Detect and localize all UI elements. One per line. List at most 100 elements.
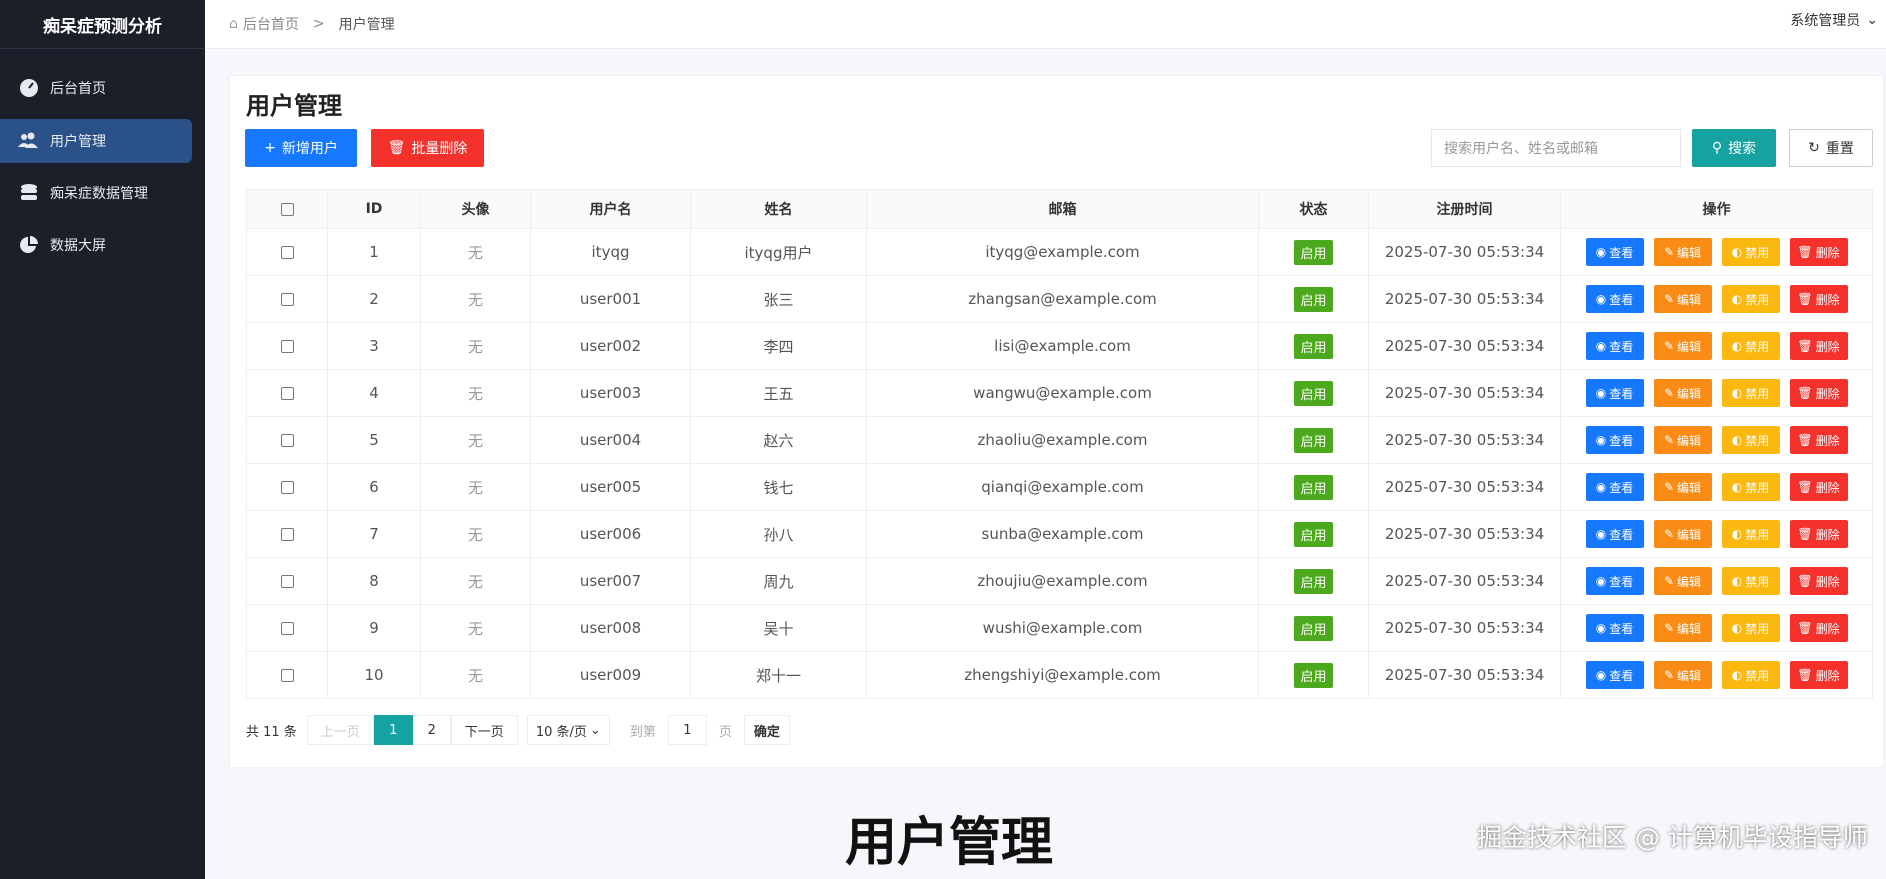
trash-icon: 🗑 — [1797, 433, 1813, 447]
action-label: 编辑 — [1677, 433, 1702, 448]
delete-button[interactable]: 🗑 删除 — [1789, 379, 1848, 407]
reset-button[interactable]: ↻ 重置 — [1789, 129, 1873, 167]
edit-button[interactable]: ✎ 编辑 — [1653, 332, 1712, 360]
view-button[interactable]: ◉ 查看 — [1585, 520, 1644, 548]
row-checkbox[interactable] — [280, 340, 294, 353]
action-label: 查看 — [1609, 574, 1634, 589]
cell-id: 9 — [327, 604, 421, 652]
page-1-button[interactable]: 1 — [373, 715, 413, 745]
disable-button[interactable]: ◐ 禁用 — [1721, 379, 1780, 407]
edit-button[interactable]: ✎ 编辑 — [1653, 285, 1712, 313]
view-button[interactable]: ◉ 查看 — [1585, 238, 1644, 266]
disable-button[interactable]: ◐ 禁用 — [1721, 473, 1780, 501]
page-size-select[interactable]: 10 条/页 ⌄ — [526, 715, 610, 745]
cell-actions: ◉ 查看 ✎ 编辑 ◐ 禁用 🗑 删除 — [1560, 557, 1873, 605]
sidebar-item-big-screen[interactable]: 数据大屏 — [0, 223, 192, 267]
cell-registered-time: 2025-07-30 05:53:34 — [1368, 275, 1561, 323]
page-2-button[interactable]: 2 — [412, 715, 451, 745]
cell-actions: ◉ 查看 ✎ 编辑 ◐ 禁用 🗑 删除 — [1560, 369, 1873, 417]
view-button[interactable]: ◉ 查看 — [1585, 332, 1644, 360]
chevron-down-icon: ⌄ — [1866, 12, 1878, 28]
users-icon — [18, 130, 40, 152]
breadcrumb-home[interactable]: 后台首页 — [243, 14, 299, 34]
edit-button[interactable]: ✎ 编辑 — [1653, 520, 1712, 548]
delete-button[interactable]: 🗑 删除 — [1789, 332, 1848, 360]
row-checkbox[interactable] — [280, 622, 294, 635]
delete-button[interactable]: 🗑 删除 — [1789, 661, 1848, 689]
batch-delete-button[interactable]: 🗑 批量删除 — [371, 129, 484, 167]
delete-button[interactable]: 🗑 删除 — [1789, 567, 1848, 595]
row-checkbox[interactable] — [280, 481, 294, 494]
disable-button[interactable]: ◐ 禁用 — [1721, 614, 1780, 642]
edit-button[interactable]: ✎ 编辑 — [1653, 614, 1712, 642]
disable-button[interactable]: ◐ 禁用 — [1721, 661, 1780, 689]
add-user-button[interactable]: + 新增用户 — [245, 129, 357, 167]
cell-status: 启用 — [1258, 275, 1369, 323]
disable-button[interactable]: ◐ 禁用 — [1721, 520, 1780, 548]
watermark: 掘金技术社区 @ 计算机毕设指导师 — [1477, 823, 1868, 852]
view-button[interactable]: ◉ 查看 — [1585, 614, 1644, 642]
row-checkbox[interactable] — [280, 528, 294, 541]
delete-button[interactable]: 🗑 删除 — [1789, 614, 1848, 642]
status-badge: 启用 — [1294, 662, 1333, 688]
delete-button[interactable]: 🗑 删除 — [1789, 285, 1848, 313]
disable-button[interactable]: ◐ 禁用 — [1721, 426, 1780, 454]
trash-icon: 🗑 — [1797, 574, 1813, 588]
disable-button[interactable]: ◐ 禁用 — [1721, 238, 1780, 266]
search-input[interactable]: 搜索用户名、姓名或邮箱 — [1431, 129, 1681, 167]
cell-registered-time: 2025-07-30 05:53:34 — [1368, 228, 1561, 276]
top-header: ⌂ 后台首页 > 用户管理 系统管理员 ⌄ — [205, 0, 1886, 49]
view-button[interactable]: ◉ 查看 — [1585, 661, 1644, 689]
row-checkbox[interactable] — [280, 669, 294, 682]
cell-avatar: 无 — [420, 510, 531, 558]
view-button[interactable]: ◉ 查看 — [1585, 285, 1644, 313]
edit-button[interactable]: ✎ 编辑 — [1653, 567, 1712, 595]
disable-button[interactable]: ◐ 禁用 — [1721, 285, 1780, 313]
total-count: 共 11 条 — [246, 724, 297, 740]
row-select-cell — [246, 651, 328, 699]
disable-button[interactable]: ◐ 禁用 — [1721, 332, 1780, 360]
view-button[interactable]: ◉ 查看 — [1585, 426, 1644, 454]
delete-button[interactable]: 🗑 删除 — [1789, 238, 1848, 266]
edit-button[interactable]: ✎ 编辑 — [1653, 661, 1712, 689]
prev-page-button[interactable]: 上一页 — [306, 715, 374, 745]
row-checkbox[interactable] — [280, 387, 294, 400]
disable-button[interactable]: ◐ 禁用 — [1721, 567, 1780, 595]
video-caption: 用户管理 — [845, 813, 1054, 873]
trash-icon: 🗑 — [1797, 621, 1813, 635]
edit-button[interactable]: ✎ 编辑 — [1653, 426, 1712, 454]
search-button[interactable]: ⚲ 搜索 — [1692, 129, 1776, 167]
edit-button[interactable]: ✎ 编辑 — [1653, 379, 1712, 407]
sidebar-item-users[interactable]: 用户管理 — [0, 119, 192, 163]
view-button[interactable]: ◉ 查看 — [1585, 473, 1644, 501]
row-checkbox[interactable] — [280, 434, 294, 447]
sidebar-item-label: 用户管理 — [50, 134, 106, 150]
sidebar-item-dementia-data[interactable]: 痴呆症数据管理 — [0, 171, 192, 215]
cell-email: wangwu@example.com — [866, 369, 1259, 417]
row-checkbox[interactable] — [280, 293, 294, 306]
next-page-button[interactable]: 下一页 — [450, 715, 518, 745]
edit-button[interactable]: ✎ 编辑 — [1653, 473, 1712, 501]
table-row: 7 无 user006 孙八 sunba@example.com 启用 2025… — [246, 510, 1873, 558]
delete-button[interactable]: 🗑 删除 — [1789, 520, 1848, 548]
view-button[interactable]: ◉ 查看 — [1585, 567, 1644, 595]
action-label: 禁用 — [1745, 386, 1770, 401]
goto-page-input[interactable]: 1 — [667, 715, 707, 745]
cell-status: 启用 — [1258, 416, 1369, 464]
row-checkbox[interactable] — [280, 575, 294, 588]
cell-avatar: 无 — [420, 604, 531, 652]
table-row: 10 无 user009 郑十一 zhengshiyi@example.com … — [246, 651, 1873, 699]
user-menu[interactable]: 系统管理员 ⌄ — [1790, 0, 1878, 40]
sidebar-item-dashboard[interactable]: 后台首页 — [0, 66, 192, 110]
action-label: 查看 — [1609, 480, 1634, 495]
select-all-checkbox[interactable] — [280, 202, 294, 216]
view-button[interactable]: ◉ 查看 — [1585, 379, 1644, 407]
delete-button[interactable]: 🗑 删除 — [1789, 426, 1848, 454]
table-row: 8 无 user007 周九 zhoujiu@example.com 启用 20… — [246, 557, 1873, 605]
delete-button[interactable]: 🗑 删除 — [1789, 473, 1848, 501]
trash-icon: 🗑 — [1797, 292, 1813, 306]
edit-button[interactable]: ✎ 编辑 — [1653, 238, 1712, 266]
cell-id: 4 — [327, 369, 421, 417]
goto-confirm-button[interactable]: 确定 — [743, 715, 790, 745]
row-checkbox[interactable] — [280, 246, 294, 259]
